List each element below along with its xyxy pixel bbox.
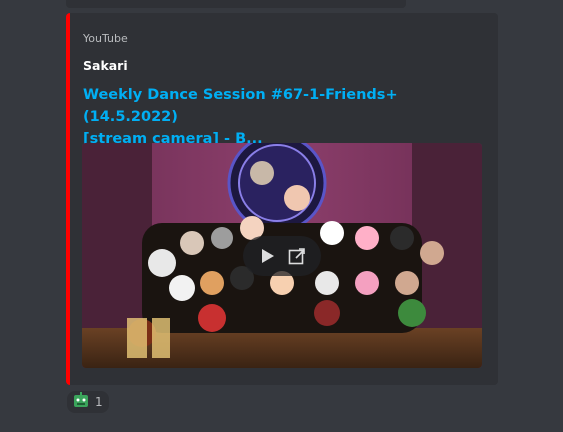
embed-title-line-1: Weekly Dance Session #67-1-Friends+ (14.… — [83, 87, 398, 125]
previous-embed-bottom — [66, 0, 406, 8]
embed-author[interactable]: Sakari — [83, 58, 128, 73]
youtube-embed: YouTube Sakari Weekly Dance Session #67-… — [66, 13, 498, 385]
reaction-count: 1 — [95, 395, 103, 409]
play-icon[interactable] — [258, 246, 278, 266]
reaction-button[interactable]: 1 — [67, 391, 109, 413]
robot-emoji-icon — [73, 392, 89, 412]
open-external-icon[interactable] — [287, 246, 307, 266]
video-controls — [243, 236, 321, 276]
embed-provider[interactable]: YouTube — [83, 32, 128, 45]
embed-title-link[interactable]: Weekly Dance Session #67-1-Friends+ (14.… — [83, 84, 483, 150]
video-thumbnail[interactable] — [82, 143, 482, 368]
